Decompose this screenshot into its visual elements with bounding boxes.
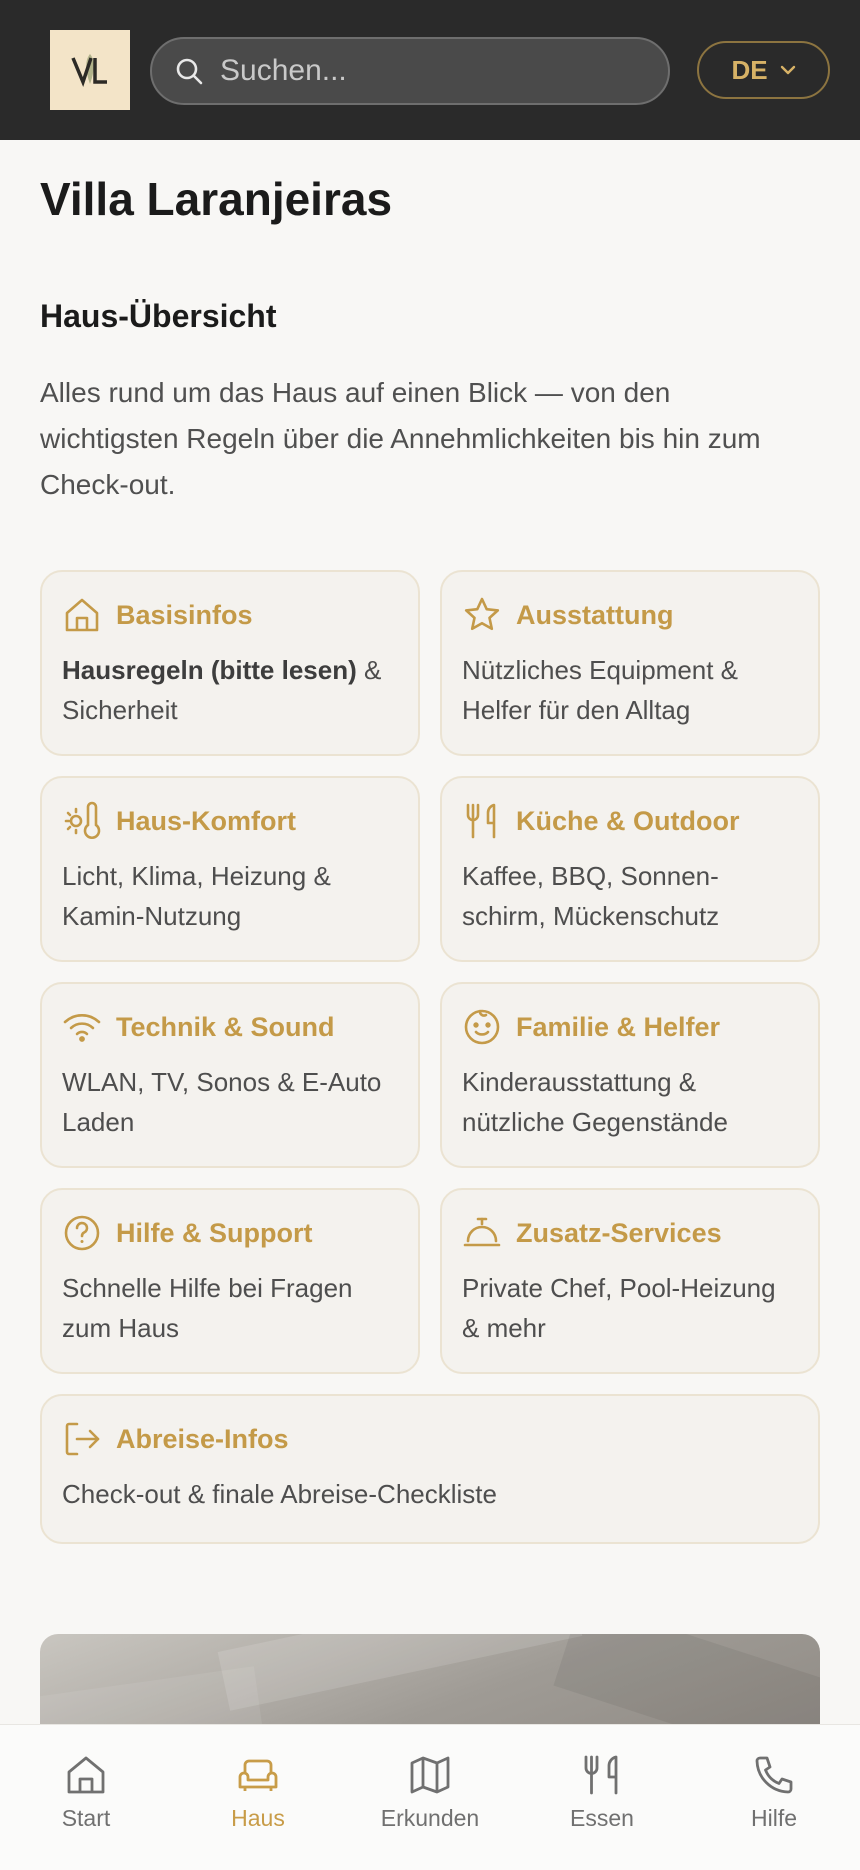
card-technik-sound[interactable]: Technik & Sound WLAN, TV, Sonos & E-Auto… — [40, 982, 420, 1168]
nav-item-hilfe[interactable]: Hilfe — [704, 1753, 844, 1870]
map-icon — [408, 1753, 452, 1797]
top-header: DE — [0, 0, 860, 140]
card-title: Haus-Komfort — [116, 805, 296, 836]
wifi-icon — [62, 1007, 102, 1047]
language-selector[interactable]: DE — [697, 41, 830, 99]
sofa-icon — [236, 1753, 280, 1797]
card-description: Schnelle Hilfe bei Fragen zum Haus — [62, 1273, 353, 1343]
card-zusatz-services[interactable]: Zusatz-Services Private Chef, Pool-Heizu… — [440, 1188, 820, 1374]
nav-label: Start — [61, 1805, 111, 1831]
star-icon — [462, 595, 502, 635]
page-title: Villa Laranjeiras — [40, 173, 393, 225]
card-title: Abreise-Infos — [116, 1423, 289, 1454]
language-code: DE — [731, 54, 768, 85]
nav-item-haus[interactable]: Haus — [188, 1753, 328, 1870]
card-title: Ausstattung — [516, 599, 674, 630]
card-familie-helfer[interactable]: Familie & Helfer Kinderausstattung & nüt… — [440, 982, 820, 1168]
nav-label: Haus — [231, 1805, 285, 1831]
search-bar[interactable] — [150, 37, 670, 105]
card-title: Hilfe & Support — [116, 1217, 313, 1248]
nav-label: Hilfe — [750, 1805, 797, 1831]
card-haus-komfort[interactable]: Haus-Komfort Licht, Klima, Heizung & Kam… — [40, 776, 420, 962]
card-ausstattung[interactable]: Ausstattung Nützliches Equipment & Helfe… — [440, 570, 820, 756]
sun-thermometer-icon — [62, 801, 102, 841]
card-hilfe-support[interactable]: Hilfe & Support Schnelle Hilfe bei Frage… — [40, 1188, 420, 1374]
section-title: Haus-Übersicht — [40, 298, 277, 334]
search-input[interactable] — [220, 54, 668, 88]
card-description: WLAN, TV, Sonos & E-Auto Laden — [62, 1067, 382, 1137]
baby-face-icon — [462, 1007, 502, 1047]
service-bell-icon — [462, 1213, 502, 1253]
card-title: Technik & Sound — [116, 1011, 335, 1042]
card-title: Basisinfos — [116, 599, 253, 630]
nav-item-erkunden[interactable]: Erkunden — [360, 1753, 500, 1870]
card-description: Nützliches Equipment & Helfer für den Al… — [462, 655, 739, 725]
card-title: Familie & Helfer — [516, 1011, 721, 1042]
card-description: Kaffee, BBQ, Sonnen-schirm, Mückenschutz — [462, 861, 720, 931]
help-circle-icon — [62, 1213, 102, 1253]
card-description: Licht, Klima, Heizung & Kamin-Nutzung — [62, 861, 331, 931]
nav-item-start[interactable]: Start — [16, 1753, 156, 1870]
chevron-down-icon — [780, 65, 796, 75]
card-description: Private Chef, Pool-Heizung & mehr — [462, 1273, 776, 1343]
card-abreise-infos[interactable]: Abreise-Infos Check-out & finale Abreise… — [40, 1394, 820, 1544]
phone-icon — [752, 1753, 796, 1797]
nav-item-essen[interactable]: Essen — [532, 1753, 672, 1870]
card-description-bold: Hausregeln (bitte lesen) — [62, 655, 357, 685]
nav-label: Erkunden — [380, 1805, 480, 1831]
card-title: Zusatz-Services — [516, 1217, 722, 1248]
exit-icon — [62, 1419, 102, 1459]
fork-knife-icon — [580, 1753, 624, 1797]
card-basisinfos[interactable]: Basisinfos Hausregeln (bitte lesen) & Si… — [40, 570, 420, 756]
villa-logo[interactable] — [50, 30, 130, 110]
card-description: Kinderausstattung & nützliche Gegenständ… — [462, 1067, 728, 1137]
logo-monogram-icon — [71, 54, 107, 87]
fork-knife-icon — [462, 801, 502, 841]
card-description: Check-out & finale Abreise-Checkliste — [62, 1479, 497, 1509]
bottom-navigation: Start Haus Erkunden Essen Hilfe — [0, 1724, 860, 1870]
card-kueche-outdoor[interactable]: Küche & Outdoor Kaffee, BBQ, Sonnen-schi… — [440, 776, 820, 962]
nav-label: Essen — [570, 1805, 634, 1831]
house-icon — [62, 595, 102, 635]
card-description: Hausregeln (bitte lesen) & Sicherheit — [62, 650, 398, 730]
intro-text: Alles rund um das Haus auf einen Blick —… — [40, 377, 761, 500]
search-icon — [174, 56, 204, 86]
card-title: Küche & Outdoor — [516, 805, 740, 836]
home-icon — [64, 1753, 108, 1797]
